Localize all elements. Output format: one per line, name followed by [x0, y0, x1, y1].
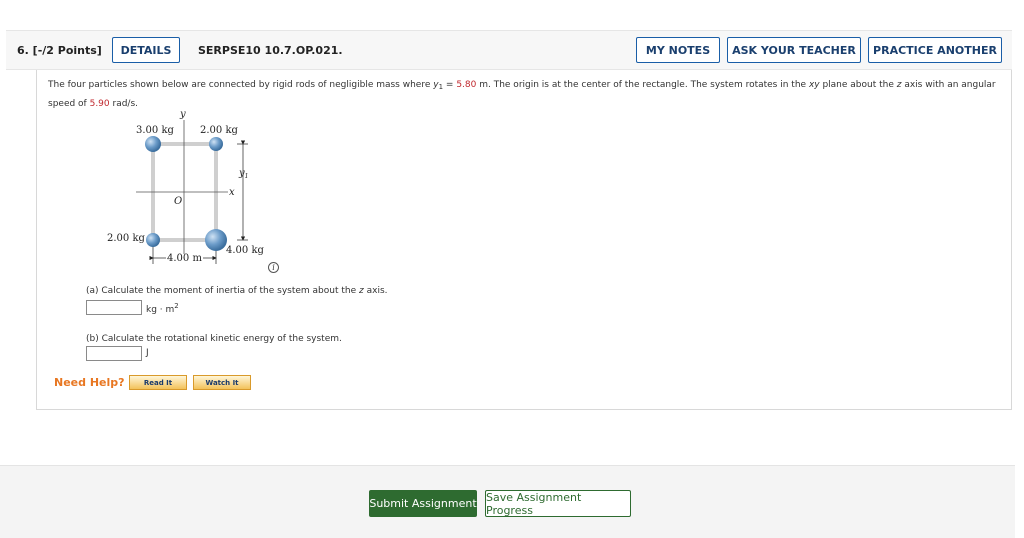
part-a-answer-input[interactable] — [86, 300, 142, 315]
details-button[interactable]: DETAILS — [112, 37, 180, 63]
part-a-prompt: (a) Calculate the moment of inertia of t… — [86, 286, 388, 296]
part-a-unit: kg · m2 — [146, 302, 179, 315]
part-b-answer-input[interactable] — [86, 346, 142, 361]
save-progress-button[interactable]: Save Assignment Progress — [485, 490, 631, 517]
y1-value: 5.80 — [456, 80, 477, 90]
ask-teacher-button[interactable]: ASK YOUR TEACHER — [727, 37, 861, 63]
y-axis-label: y — [179, 109, 186, 120]
mass-bottom-left — [146, 233, 160, 247]
info-icon[interactable]: i — [268, 262, 279, 273]
mass-bottom-right — [205, 229, 227, 251]
practice-another-button[interactable]: PRACTICE ANOTHER — [868, 37, 1002, 63]
y1-label: y1 — [238, 168, 248, 180]
origin-label: O — [174, 196, 182, 207]
need-help-label: Need Help? — [54, 376, 125, 389]
mass-top-right-label: 2.00 kg — [200, 125, 239, 136]
mass-bottom-left-label: 2.00 kg — [107, 233, 146, 244]
mass-bottom-right-label: 4.00 kg — [226, 245, 265, 256]
submit-assignment-button[interactable]: Submit Assignment — [369, 490, 477, 517]
width-label: 4.00 m — [167, 253, 202, 264]
part-b-prompt: (b) Calculate the rotational kinetic ene… — [86, 334, 342, 344]
read-it-button[interactable]: Read It — [129, 375, 187, 390]
mass-top-left — [145, 136, 161, 152]
particle-diagram: y x O y1 4.00 m 3.00 kg 2.00 kg 2.00 kg … — [107, 109, 265, 264]
x-axis-label: x — [229, 187, 235, 198]
question-code: SERPSE10 10.7.OP.021. — [198, 44, 343, 57]
question-header: 6. [-/2 Points] DETAILS SERPSE10 10.7.OP… — [6, 30, 1012, 70]
question-points: 6. [-/2 Points] — [17, 44, 102, 57]
my-notes-button[interactable]: MY NOTES — [636, 37, 720, 63]
watch-it-button[interactable]: Watch It — [193, 375, 251, 390]
part-b-unit: J — [146, 348, 149, 358]
mass-top-left-label: 3.00 kg — [136, 125, 175, 136]
mass-top-right — [209, 137, 223, 151]
